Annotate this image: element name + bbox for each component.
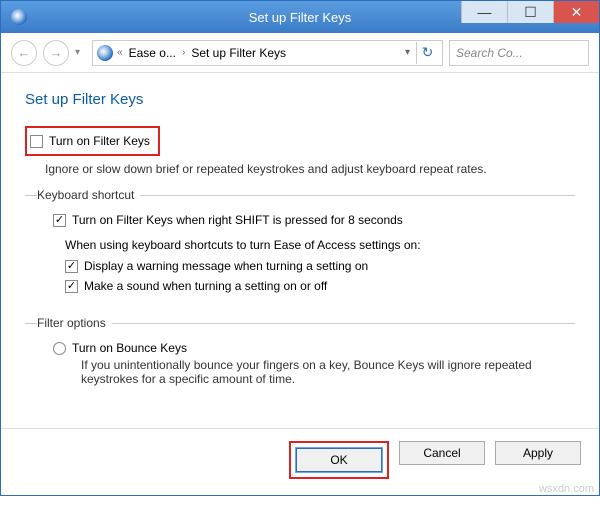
warning-label: Display a warning message when turning a… [84, 259, 368, 273]
keyboard-shortcut-group: Keyboard shortcut ✓ Turn on Filter Keys … [25, 188, 575, 310]
maximize-button[interactable]: ☐ [507, 1, 553, 23]
filter-options-group: Filter options Turn on Bounce Keys If yo… [25, 316, 575, 412]
breadcrumb-sep: « [115, 47, 125, 58]
warning-checkbox[interactable]: ✓ [65, 260, 78, 273]
ok-button[interactable]: OK [296, 448, 382, 472]
turn-on-filter-keys-row[interactable]: Turn on Filter Keys [30, 131, 150, 151]
app-icon [11, 9, 27, 25]
nav-toolbar: ← → ▾ « Ease o... › Set up Filter Keys ▾… [1, 33, 599, 73]
page-title: Set up Filter Keys [25, 91, 575, 108]
bounce-keys-label: Turn on Bounce Keys [72, 341, 187, 355]
highlight-ok: OK [289, 441, 389, 479]
warning-row[interactable]: ✓ Display a warning message when turning… [65, 256, 575, 276]
search-input[interactable]: Search Co... [449, 40, 589, 66]
shift-shortcut-row[interactable]: ✓ Turn on Filter Keys when right SHIFT i… [53, 210, 575, 230]
shift-shortcut-label: Turn on Filter Keys when right SHIFT is … [72, 213, 403, 227]
window: Set up Filter Keys — ☐ ✕ ← → ▾ « Ease o.… [0, 0, 600, 496]
refresh-button[interactable]: ↻ [416, 42, 438, 64]
apply-button[interactable]: Apply [495, 441, 581, 465]
breadcrumb[interactable]: « Ease o... › Set up Filter Keys ▾ ↻ [92, 40, 443, 66]
sound-label: Make a sound when turning a setting on o… [84, 279, 327, 293]
shortcut-sub-group: When using keyboard shortcuts to turn Ea… [65, 238, 575, 296]
turn-on-filter-keys-checkbox[interactable] [30, 135, 43, 148]
bounce-keys-description: If you unintentionally bounce your finge… [81, 358, 575, 386]
window-controls: — ☐ ✕ [461, 1, 599, 23]
sound-row[interactable]: ✓ Make a sound when turning a setting on… [65, 276, 575, 296]
shift-shortcut-checkbox[interactable]: ✓ [53, 214, 66, 227]
highlight-turn-on: Turn on Filter Keys [25, 126, 160, 156]
turn-on-filter-keys-label: Turn on Filter Keys [49, 134, 150, 148]
filter-options-legend: Filter options [37, 316, 112, 330]
sound-checkbox[interactable]: ✓ [65, 280, 78, 293]
forward-button[interactable]: → [43, 40, 69, 66]
cancel-button[interactable]: Cancel [399, 441, 485, 465]
bounce-keys-row[interactable]: Turn on Bounce Keys [53, 338, 575, 358]
content-area: Set up Filter Keys Turn on Filter Keys I… [1, 73, 599, 428]
history-dropdown[interactable]: ▾ [75, 47, 80, 58]
breadcrumb-seg-ease[interactable]: Ease o... [127, 46, 178, 60]
breadcrumb-sep: › [180, 47, 187, 58]
breadcrumb-icon [97, 45, 113, 61]
shortcut-sub-label: When using keyboard shortcuts to turn Ea… [65, 238, 575, 252]
button-bar: OK Cancel Apply [1, 428, 599, 495]
turn-on-description: Ignore or slow down brief or repeated ke… [45, 162, 575, 176]
breadcrumb-dropdown-icon[interactable]: ▾ [401, 47, 414, 58]
titlebar: Set up Filter Keys — ☐ ✕ [1, 1, 599, 33]
keyboard-shortcut-legend: Keyboard shortcut [37, 188, 140, 202]
close-button[interactable]: ✕ [553, 1, 599, 23]
minimize-button[interactable]: — [461, 1, 507, 23]
back-button[interactable]: ← [11, 40, 37, 66]
breadcrumb-seg-filterkeys[interactable]: Set up Filter Keys [189, 46, 288, 60]
bounce-keys-radio[interactable] [53, 342, 66, 355]
